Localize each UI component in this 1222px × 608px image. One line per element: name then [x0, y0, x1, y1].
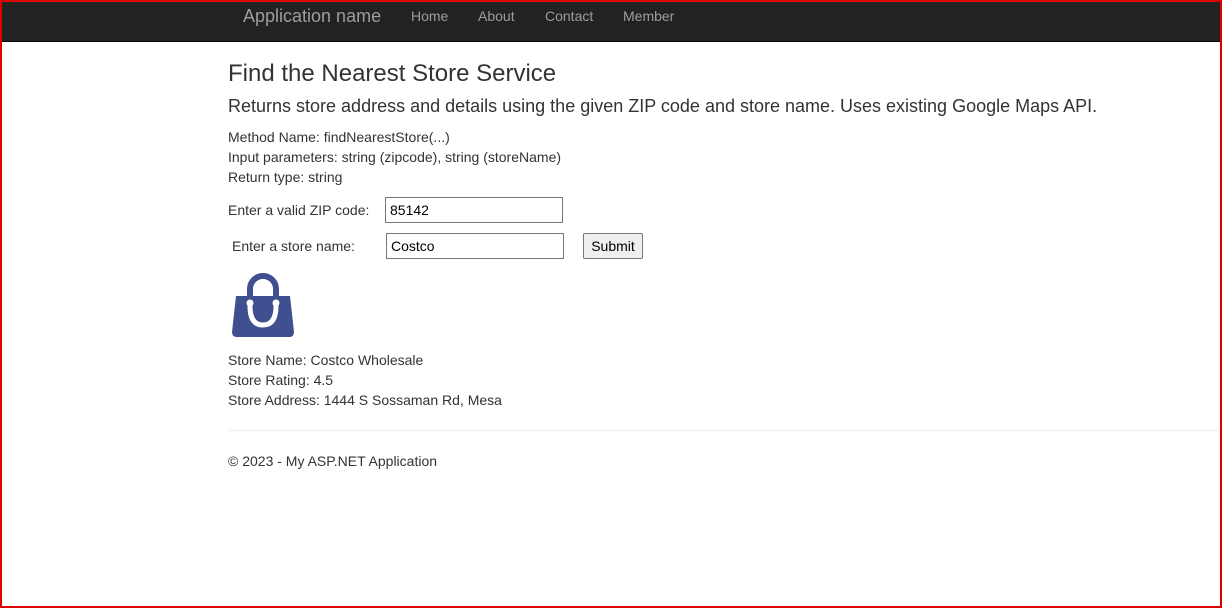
store-name-label: Enter a store name: [232, 238, 355, 254]
shopping-bag-icon [232, 273, 294, 337]
nav-link-about[interactable]: About [478, 8, 515, 24]
nav-link-home[interactable]: Home [411, 8, 448, 24]
nav-link-contact[interactable]: Contact [545, 8, 593, 24]
store-address-result: Store Address: 1444 S Sossaman Rd, Mesa [228, 392, 502, 408]
return-type-text: Return type: string [228, 169, 343, 185]
method-name-text: Method Name: findNearestStore(...) [228, 129, 450, 145]
nav-link-member[interactable]: Member [623, 8, 674, 24]
input-params-text: Input parameters: string (zipcode), stri… [228, 149, 562, 165]
store-name-result: Store Name: Costco Wholesale [228, 352, 424, 368]
zip-input[interactable] [385, 197, 563, 223]
submit-button[interactable]: Submit [583, 233, 643, 259]
footer-copyright: © 2023 - My ASP.NET Application [228, 453, 438, 469]
store-rating-result: Store Rating: 4.5 [228, 372, 334, 388]
window-frame [0, 0, 1222, 608]
page-title: Find the Nearest Store Service [228, 60, 557, 87]
navbar: Application name Home About Contact Memb… [0, 0, 1222, 42]
zip-label: Enter a valid ZIP code: [228, 202, 370, 218]
brand-link[interactable]: Application name [243, 6, 381, 26]
store-name-input[interactable] [386, 233, 564, 259]
page-subtitle: Returns store address and details using … [228, 96, 1098, 116]
footer-divider [228, 430, 1220, 431]
